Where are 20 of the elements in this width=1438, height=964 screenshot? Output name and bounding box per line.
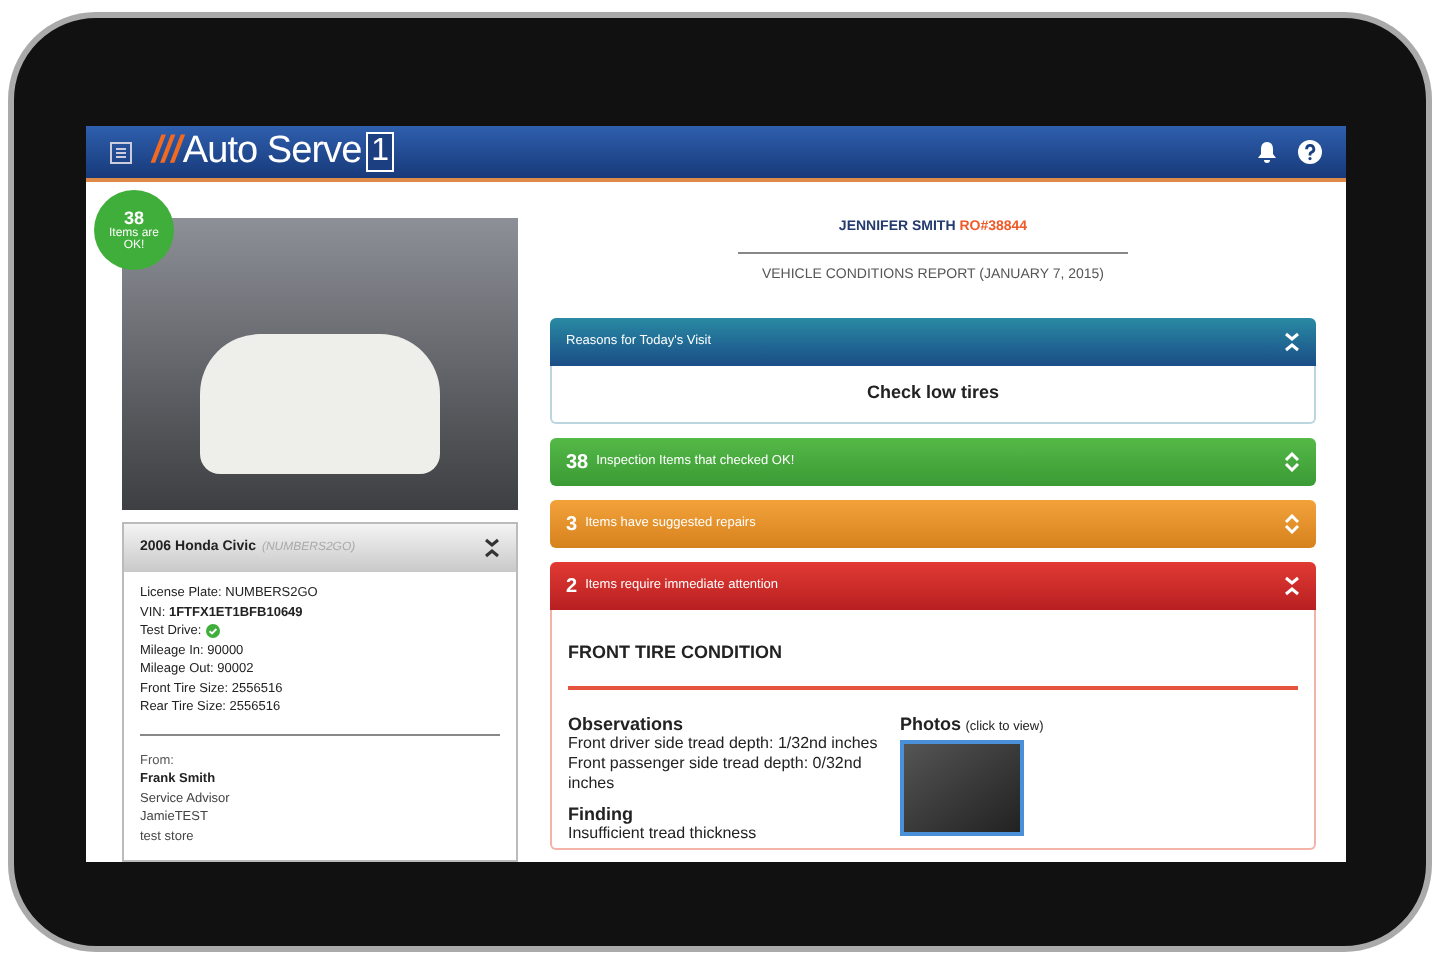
collapse-icon[interactable] <box>484 538 500 558</box>
bell-icon[interactable] <box>1256 140 1278 164</box>
visit-reason: Check low tires <box>866 380 1000 407</box>
section-count: 2 <box>566 573 578 601</box>
observation-text: Front passenger side tread depth: 0/32nd inches <box>568 754 864 794</box>
expand-icon[interactable] <box>1284 514 1300 534</box>
tire-photo[interactable] <box>900 740 1024 836</box>
menu-icon[interactable] <box>110 141 132 163</box>
expand-icon[interactable] <box>1284 452 1300 472</box>
finding-label: Finding <box>568 804 635 824</box>
finding-text: Insufficient tread thickness <box>568 824 759 844</box>
check-icon <box>205 624 220 639</box>
section-count: 3 <box>566 511 578 539</box>
logo: ///Auto Serve 1 <box>152 126 395 181</box>
section-count: 38 <box>566 449 589 477</box>
observation-text: Front driver side tread depth: 1/32nd inches <box>568 734 880 754</box>
observations-label: Observations <box>568 714 686 734</box>
item-heading: FRONT TIRE CONDITION <box>568 642 782 662</box>
badge-count: 38 <box>123 209 144 227</box>
help-icon[interactable] <box>1298 140 1322 164</box>
